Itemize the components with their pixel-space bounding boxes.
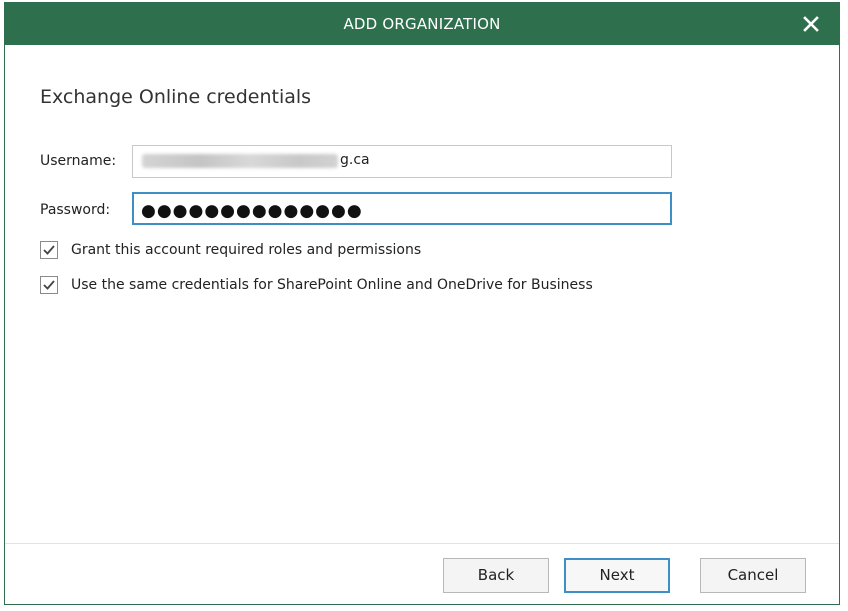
same-credentials-checkbox[interactable] [40,276,58,294]
add-organization-dialog: ADD ORGANIZATION Exchange Online credent… [4,2,840,605]
next-button[interactable]: Next [564,558,670,593]
cancel-button[interactable]: Cancel [700,558,806,593]
username-field[interactable] [132,145,672,178]
same-credentials-label: Use the same credentials for SharePoint … [71,277,593,293]
username-field-wrapper: g.ca [132,145,672,178]
close-icon [803,16,819,32]
password-label: Password: [40,202,111,218]
dialog-title: ADD ORGANIZATION [343,15,501,33]
back-button[interactable]: Back [443,558,549,593]
checkmark-icon [43,280,55,290]
grant-permissions-option[interactable]: Grant this account required roles and pe… [40,240,421,260]
dialog-titlebar: ADD ORGANIZATION [5,3,839,45]
close-button[interactable] [799,12,823,36]
username-label: Username: [40,153,117,169]
password-field[interactable] [132,192,672,225]
grant-permissions-checkbox[interactable] [40,241,58,259]
page-heading: Exchange Online credentials [40,86,312,108]
checkmark-icon [43,245,55,255]
grant-permissions-label: Grant this account required roles and pe… [71,242,422,258]
same-credentials-option[interactable]: Use the same credentials for SharePoint … [40,275,593,295]
footer-divider [5,543,839,544]
